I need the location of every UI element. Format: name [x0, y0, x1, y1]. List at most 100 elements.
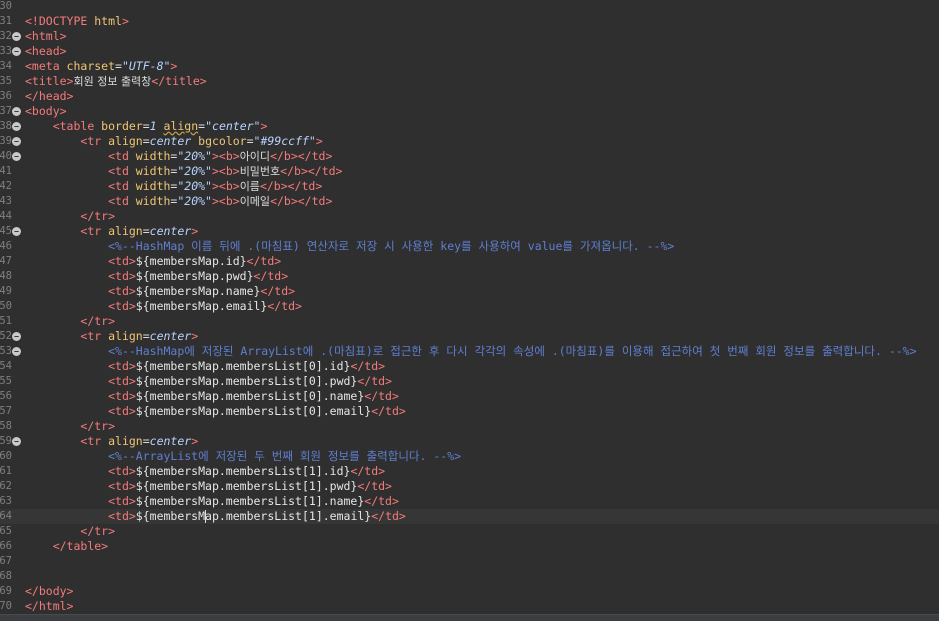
code-line[interactable]: 57 <td>${membersMap.membersList[0].email… — [0, 404, 939, 419]
code-token: <td> — [108, 269, 136, 283]
code-line[interactable]: 70 </html> — [0, 599, 939, 614]
code-token: <td> — [108, 359, 136, 373]
line-number: 59 — [0, 435, 12, 447]
line-code: <html> — [25, 29, 67, 44]
code-line[interactable]: 65 </tr> — [0, 524, 939, 539]
code-line[interactable]: 32− <html> — [0, 29, 939, 44]
code-token: </td> — [350, 464, 386, 478]
code-line[interactable]: 46 <%--HashMap 이름 뒤에 .(마침표) 연산자로 저장 시 사용… — [0, 239, 939, 254]
code-line[interactable]: 42 <td width="20%"><b>이름</b></td> — [0, 179, 939, 194]
code-token: 이름 — [239, 180, 260, 193]
code-line[interactable]: 67 — [0, 554, 939, 569]
code-token: > — [191, 224, 199, 238]
line-number: 31 — [0, 15, 12, 27]
line-number: 45 — [0, 225, 12, 237]
code-token: "#99ccff" — [253, 134, 316, 148]
code-line[interactable]: 59− <tr align=center> — [0, 434, 939, 449]
line-number: 55 — [0, 375, 12, 387]
line-number: 63 — [0, 495, 12, 507]
code-line[interactable]: 48 <td>${membersMap.pwd}</td> — [0, 269, 939, 284]
code-line[interactable]: 50 <td>${membersMap.email}</td> — [0, 299, 939, 314]
code-line[interactable]: 63 <td>${membersMap.membersList[1].name}… — [0, 494, 939, 509]
code-token: "20%" — [177, 164, 212, 178]
line-code: </head> — [25, 89, 73, 104]
code-line[interactable]: 43 <td width="20%"><b>이메일</b></td> — [0, 194, 939, 209]
fold-toggle-icon[interactable]: − — [12, 152, 21, 161]
line-number: 40 — [0, 150, 12, 162]
code-token: border — [101, 119, 143, 133]
fold-toggle-icon[interactable]: − — [12, 122, 21, 131]
code-token: </b></td> — [280, 164, 343, 178]
code-token: = — [142, 224, 150, 238]
code-line[interactable]: 36 </head> — [0, 89, 939, 104]
line-code: <body> — [25, 104, 67, 119]
code-line[interactable]: 66 </table> — [0, 539, 939, 554]
line-number: 54 — [0, 360, 12, 372]
code-line[interactable]: 39− <tr align=center bgcolor="#99ccff"> — [0, 134, 939, 149]
line-code: </tr> — [25, 524, 115, 539]
code-line[interactable]: 64 <td>${membersMap.membersList[1].email… — [0, 509, 939, 524]
code-line[interactable]: 44 </tr> — [0, 209, 939, 224]
code-line[interactable]: 62 <td>${membersMap.membersList[1].pwd}<… — [0, 479, 939, 494]
code-line[interactable]: 38− <table border=1 align="center"> — [0, 119, 939, 134]
code-token: </tr> — [80, 419, 116, 433]
line-code: <tr align=center> — [25, 224, 198, 239]
fold-toggle-icon[interactable]: − — [12, 332, 21, 341]
code-token: > — [260, 119, 268, 133]
line-code: </tr> — [25, 419, 115, 434]
fold-toggle-icon[interactable]: − — [12, 347, 21, 356]
code-token: <td> — [108, 254, 136, 268]
line-code: <td>${membersMap.membersList[1].pwd}</td… — [25, 479, 392, 494]
code-token: ><b> — [211, 164, 240, 178]
code-line[interactable]: 49 <td>${membersMap.name}</td> — [0, 284, 939, 299]
code-line[interactable]: 61 <td>${membersMap.membersList[1].id}</… — [0, 464, 939, 479]
fold-toggle-icon[interactable]: − — [12, 227, 21, 236]
code-line[interactable]: 58 </tr> — [0, 419, 939, 434]
fold-toggle-icon[interactable]: − — [12, 437, 21, 446]
code-line[interactable]: 60 <%--ArrayList에 저장된 두 번째 회원 정보를 출력합니다.… — [0, 449, 939, 464]
code-line[interactable]: 31 <!DOCTYPE html> — [0, 14, 939, 29]
code-line[interactable]: 37− <body> — [0, 104, 939, 119]
code-token: ${membersMap.membersList[1].pwd} — [135, 479, 358, 493]
code-token: = — [142, 434, 150, 448]
code-token: width — [135, 194, 171, 208]
code-token: center — [149, 434, 192, 448]
code-line[interactable]: 40− <td width="20%"><b>아이디</b></td> — [0, 149, 939, 164]
code-line[interactable]: 55 <td>${membersMap.membersList[0].pwd}<… — [0, 374, 939, 389]
code-token: "center" — [205, 119, 261, 133]
code-line[interactable]: 41 <td width="20%"><b>비밀번호</b></td> — [0, 164, 939, 179]
code-line[interactable]: 30 — [0, 0, 939, 14]
code-line[interactable]: 53− <%--HashMap에 저장된 ArrayList에 .(마침표)로 … — [0, 344, 939, 359]
code-token: <td — [108, 179, 136, 193]
fold-toggle-icon[interactable]: − — [12, 137, 21, 146]
fold-toggle-icon[interactable]: − — [12, 107, 21, 116]
code-line[interactable]: 45− <tr align=center> — [0, 224, 939, 239]
code-line[interactable]: 35 <title>회원 정보 출력창</title> — [0, 74, 939, 89]
line-number: 43 — [0, 195, 12, 207]
code-token: > — [315, 134, 323, 148]
code-line[interactable]: 54 <td>${membersMap.membersList[0].id}</… — [0, 359, 939, 374]
fold-toggle-icon[interactable]: − — [12, 32, 21, 41]
code-line[interactable]: 69 </body> — [0, 584, 939, 599]
fold-toggle-icon[interactable]: − — [12, 47, 21, 56]
line-code: <td>${membersMap.membersList[1].name}</t… — [25, 494, 399, 509]
line-code: <td width="20%"><b>비밀번호</b></td> — [25, 164, 342, 179]
code-line[interactable]: 34 <meta charset="UTF-8"> — [0, 59, 939, 74]
code-line[interactable]: 51 </tr> — [0, 314, 939, 329]
code-editor[interactable]: 30 31 <!DOCTYPE html> 32− <html> 33− <head> 34 <… — [0, 0, 939, 621]
code-line[interactable]: 56 <td>${membersMap.membersList[0].name}… — [0, 389, 939, 404]
code-token: align — [163, 119, 199, 133]
code-token: "20%" — [177, 194, 212, 208]
code-line[interactable]: 33− <head> — [0, 44, 939, 59]
code-line[interactable]: 47 <td>${membersMap.id}</td> — [0, 254, 939, 269]
code-line[interactable]: 52− <tr align=center> — [0, 329, 939, 344]
code-token: ${membersMap.membersList[1].name} — [135, 494, 365, 508]
code-line[interactable]: 68 — [0, 569, 939, 584]
